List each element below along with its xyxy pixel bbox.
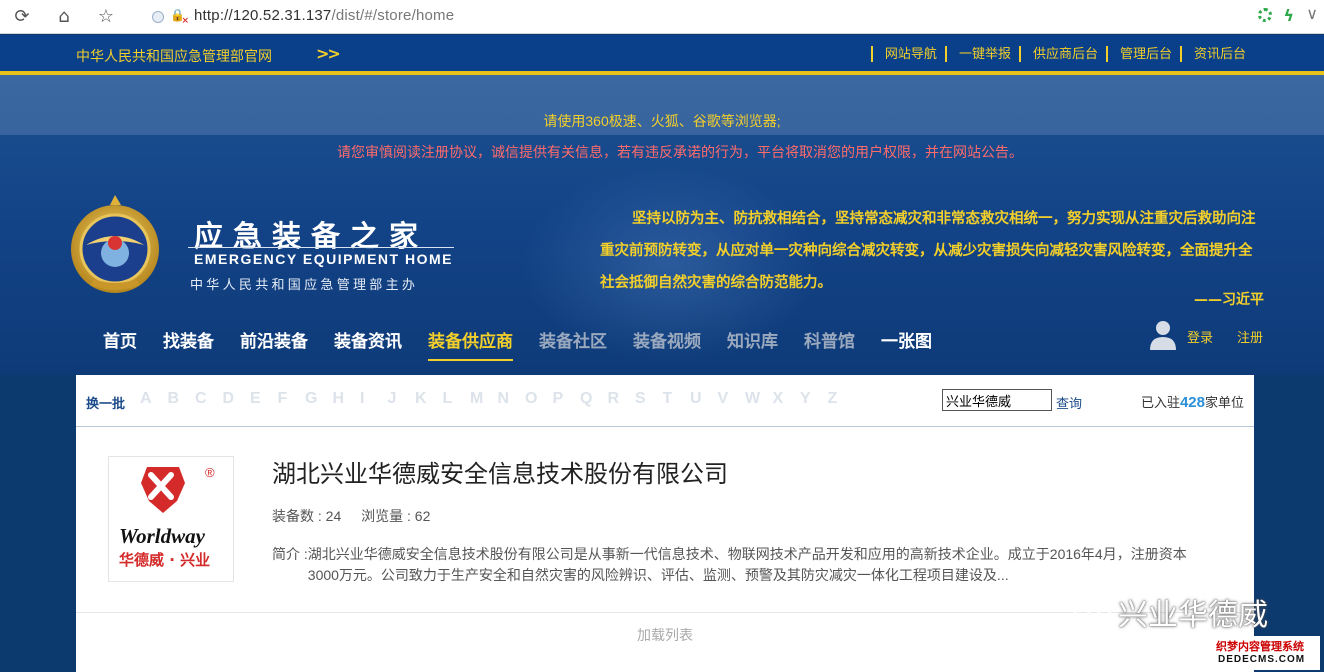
wechat-icon	[1072, 595, 1112, 626]
equipment-count: 装备数 : 24	[272, 508, 342, 524]
url-text[interactable]: http://120.52.31.137/dist/#/store/home	[194, 7, 454, 24]
company-intro: 简介 : 湖北兴业华德威安全信息技术股份有限公司是从事新一代信息技术、物联网技术…	[272, 544, 1222, 586]
letter-filter-d[interactable]: D	[223, 390, 251, 408]
nav-home[interactable]: 首页	[103, 325, 137, 361]
brand-name-en: EMERGENCY EQUIPMENT HOME	[194, 251, 453, 267]
letter-filter-u[interactable]: U	[690, 390, 718, 408]
wechat-watermark: 兴业华德威	[1072, 590, 1322, 634]
register-link[interactable]: 注册	[1237, 327, 1263, 346]
refresh-batch-link[interactable]: 换一批	[86, 393, 125, 412]
news-admin-link[interactable]: 资讯后台	[1179, 46, 1254, 62]
letter-filter-v[interactable]: V	[718, 390, 746, 408]
letter-filter-t[interactable]: T	[663, 390, 691, 408]
letter-filter-x[interactable]: X	[773, 390, 801, 408]
nav-one-map[interactable]: 一张图	[881, 325, 932, 361]
wechat-watermark-text: 兴业华德威	[1118, 599, 1268, 632]
user-icon[interactable]	[1149, 319, 1177, 351]
dedecms-text-cn: 织梦内容管理系统	[1216, 641, 1304, 653]
letter-filter-y[interactable]: Y	[800, 390, 828, 408]
globe-icon	[152, 11, 164, 23]
letter-filter-g[interactable]: G	[305, 390, 333, 408]
reload-icon[interactable]: ⟳	[10, 5, 34, 29]
company-card[interactable]: ® Worldway 华德威 · 兴业 湖北兴业华德威安全信息技术股份有限公司 …	[76, 428, 1254, 613]
nav-find-equipment[interactable]: 找装备	[163, 325, 214, 361]
intro-label: 简介 :	[272, 546, 308, 562]
star-icon[interactable]: ☆	[94, 5, 118, 29]
top-links: 网站导航 一键举报 供应商后台 管理后台 资讯后台	[870, 46, 1254, 62]
search-button[interactable]: 查询	[1056, 393, 1082, 412]
letter-filter-p[interactable]: P	[553, 390, 581, 408]
intro-text: 湖北兴业华德威安全信息技术股份有限公司是从事新一代信息技术、物联网技术产品开发和…	[307, 546, 1187, 583]
company-logo[interactable]: ® Worldway 华德威 · 兴业	[108, 456, 234, 582]
letter-filter-j[interactable]: J	[388, 390, 416, 408]
letter-filter-c[interactable]: C	[195, 390, 223, 408]
report-link[interactable]: 一键举报	[944, 46, 1019, 62]
brand-divider	[188, 247, 454, 248]
letter-filter-z[interactable]: Z	[828, 390, 856, 408]
letter-filter-i[interactable]: I	[360, 390, 388, 408]
worldway-logo-icon: ® Worldway 华德威 · 兴业	[119, 465, 215, 569]
brand-sponsor: 中华人民共和国应急管理部主办	[190, 277, 419, 292]
company-name[interactable]: 湖北兴业华德威安全信息技术股份有限公司	[272, 454, 728, 489]
nav-suppliers[interactable]: 装备供应商	[428, 325, 513, 361]
letter-filter-f[interactable]: F	[278, 390, 306, 408]
login-link[interactable]: 登录	[1187, 327, 1213, 346]
letter-filter-bar: 换一批 ABCDEFGHIJKLMNOPQRSTUVWXYZ 查询 已入驻428…	[76, 375, 1254, 427]
speed-mode-icon[interactable]: ϟ	[1283, 6, 1294, 25]
browser-toolbar: ⟳ ⌂ ☆ 🔒 × http://120.52.31.137/dist/#/sto…	[0, 0, 1324, 34]
logo-text-cn: 华德威 · 兴业	[119, 551, 210, 569]
insecure-lock-icon[interactable]: 🔒 ×	[170, 8, 189, 26]
site-nav-link[interactable]: 网站导航	[870, 46, 945, 62]
address-bar[interactable]: 🔒 × http://120.52.31.137/dist/#/store/hom…	[146, 5, 1246, 29]
agreement-tip: 请您审慎阅读注册协议，诚信提供有关信息，若有违反承诺的行为，平台将取消您的用户权…	[337, 144, 1023, 160]
letter-filter-m[interactable]: M	[470, 390, 498, 408]
ministry-site-link[interactable]: 中华人民共和国应急管理部官网	[76, 46, 272, 66]
logo-text-en: Worldway	[119, 524, 206, 548]
nav-knowledge-base[interactable]: 知识库	[727, 325, 778, 361]
view-count: 浏览量 : 62	[361, 508, 431, 524]
nav-equipment-news[interactable]: 装备资讯	[334, 325, 402, 361]
brand-name-cn: 应急装备之家	[194, 219, 429, 253]
company-stats: 装备数 : 24 浏览量 : 62	[272, 506, 430, 526]
letter-filter-a[interactable]: A	[140, 390, 168, 408]
nav-science-museum[interactable]: 科普馆	[804, 325, 855, 361]
main-nav: 首页 找装备 前沿装备 装备资讯 装备供应商 装备社区 装备视频 知识库 科普馆…	[90, 325, 945, 365]
nav-frontier-equipment[interactable]: 前沿装备	[240, 325, 308, 361]
letter-filter-e[interactable]: E	[250, 390, 278, 408]
letter-filter-q[interactable]: Q	[580, 390, 608, 408]
nav-videos[interactable]: 装备视频	[633, 325, 701, 361]
browser-tip: 请使用360极速、火狐、谷歌等浏览器;	[543, 113, 781, 129]
letter-filter-s[interactable]: S	[635, 390, 663, 408]
chevron-down-icon[interactable]: ∨	[1306, 4, 1318, 23]
supplier-count-value: 428	[1179, 394, 1205, 411]
letter-filter-l[interactable]: L	[443, 390, 471, 408]
letter-filter-r[interactable]: R	[608, 390, 636, 408]
extension-icon[interactable]	[1258, 8, 1272, 22]
admin-link[interactable]: 管理后台	[1105, 46, 1180, 62]
letter-filter-k[interactable]: K	[415, 390, 443, 408]
quote-author: ——习近平	[1194, 292, 1264, 308]
supplier-admin-link[interactable]: 供应商后台	[1018, 46, 1106, 62]
hero-banner: 请使用360极速、火狐、谷歌等浏览器; 请您审慎阅读注册协议，诚信提供有关信息，…	[0, 75, 1324, 375]
dedecms-text-en: DEDECMS.COM	[1218, 654, 1306, 665]
double-chevron-right-icon: >>	[316, 44, 341, 63]
supplier-count: 已入驻428家单位	[1140, 394, 1244, 411]
letter-filter-w[interactable]: W	[745, 390, 773, 408]
supplier-search-input[interactable]	[942, 389, 1052, 411]
site-top-strip: 中华人民共和国应急管理部官网 >> 网站导航 一键举报 供应商后台 管理后台 资…	[0, 35, 1324, 73]
dedecms-watermark: 织梦内容管理系统 DEDECMS.COM	[1214, 636, 1320, 670]
nav-community[interactable]: 装备社区	[539, 325, 607, 361]
letter-filter-o[interactable]: O	[525, 390, 553, 408]
letter-index: ABCDEFGHIJKLMNOPQRSTUVWXYZ	[140, 390, 855, 408]
letter-filter-b[interactable]: B	[168, 390, 196, 408]
home-icon[interactable]: ⌂	[52, 5, 76, 29]
letter-filter-n[interactable]: N	[498, 390, 526, 408]
leader-quote: 坚持以防为主、防抗救相结合，坚持常态减灾和非常态救灾相统一，努力实现从注重灾后救…	[600, 211, 1256, 291]
emergency-emblem-icon	[71, 195, 159, 293]
logo-registered-mark: ®	[205, 465, 215, 480]
letter-filter-h[interactable]: H	[333, 390, 361, 408]
